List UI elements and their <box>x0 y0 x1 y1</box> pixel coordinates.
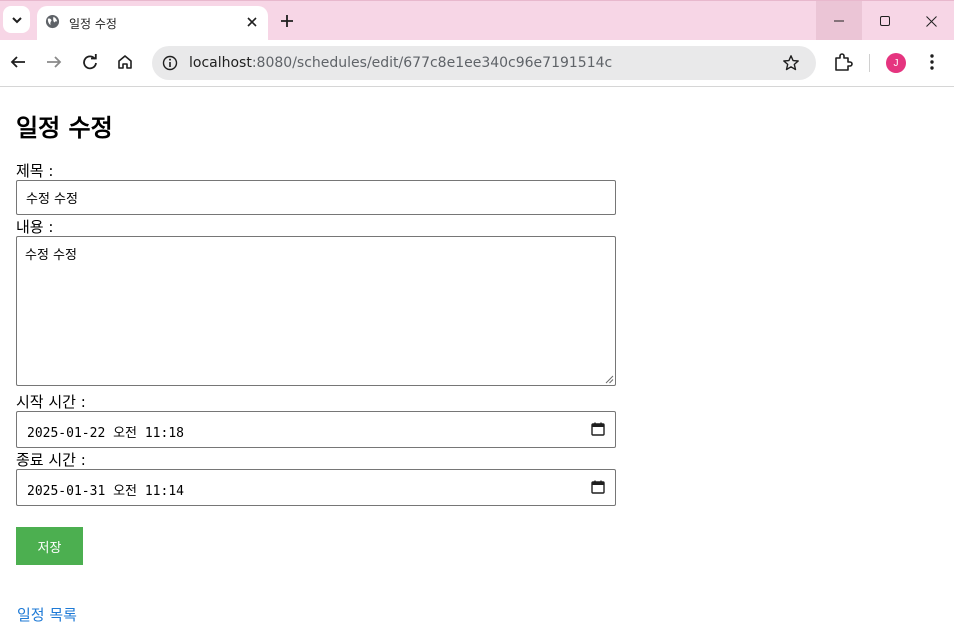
start-time-input[interactable]: 2025-01-22 오전 11:18 <box>16 411 616 448</box>
page-title: 일정 수정 <box>16 114 113 142</box>
new-tab-button[interactable] <box>277 11 297 31</box>
start-time-value: 2025-01-22 오전 11:18 <box>27 426 184 441</box>
minimize-button[interactable] <box>816 1 862 41</box>
browser-toolbar: localhost:8080/schedules/edit/677c8e1ee3… <box>0 40 954 87</box>
title-input-value: 수정 수정 <box>26 192 78 207</box>
end-time-input[interactable]: 2025-01-31 오전 11:14 <box>16 469 616 506</box>
forward-arrow-icon <box>47 56 62 68</box>
star-icon[interactable] <box>782 54 800 72</box>
back-button[interactable] <box>7 51 29 73</box>
browser-tab[interactable]: 일정 수정 <box>37 6 268 41</box>
home-button[interactable] <box>114 51 136 73</box>
url-host: localhost <box>189 55 252 71</box>
tab-search-button[interactable] <box>3 6 30 33</box>
tab-search-icon <box>11 16 22 23</box>
address-bar[interactable]: localhost:8080/schedules/edit/677c8e1ee3… <box>152 46 816 80</box>
end-time-label: 종료 시간 : <box>16 451 86 469</box>
title-input[interactable]: 수정 수정 <box>16 180 616 215</box>
profile-avatar[interactable]: J <box>886 53 906 73</box>
forward-button[interactable] <box>43 51 65 73</box>
content-textarea-value: 수정 수정 <box>25 248 77 263</box>
info-icon[interactable] <box>162 55 178 71</box>
window-close-button[interactable] <box>908 1 954 41</box>
schedule-list-link[interactable]: 일정 목록 <box>17 604 77 625</box>
window-close-icon <box>925 15 937 27</box>
url-text[interactable]: localhost:8080/schedules/edit/677c8e1ee3… <box>189 55 612 71</box>
home-icon <box>118 55 132 69</box>
close-icon <box>247 17 257 27</box>
resize-grip-icon[interactable] <box>605 375 614 384</box>
maximize-button[interactable] <box>862 1 908 41</box>
back-arrow-icon <box>10 56 25 68</box>
plus-icon <box>281 15 293 27</box>
calendar-icon[interactable] <box>591 480 605 494</box>
start-time-label: 시작 시간 : <box>16 393 86 411</box>
content-textarea[interactable]: 수정 수정 <box>16 236 616 386</box>
tab-strip: 일정 수정 <box>0 0 954 41</box>
calendar-icon[interactable] <box>591 422 605 436</box>
kebab-menu-icon <box>930 54 934 70</box>
end-time-value: 2025-01-31 오전 11:14 <box>27 484 184 499</box>
content-label: 내용 : <box>16 218 54 236</box>
page-content: 일정 수정 제목 : 수정 수정 내용 : 수정 수정 시작 시간 : 2025… <box>0 88 954 637</box>
title-label: 제목 : <box>16 162 54 180</box>
globe-icon <box>45 14 60 29</box>
reload-icon <box>83 54 97 70</box>
browser-menu-button[interactable] <box>922 51 942 73</box>
save-button[interactable]: 저장 <box>16 527 83 565</box>
maximize-icon <box>880 16 890 26</box>
url-path: :8080/schedules/edit/677c8e1ee340c96e719… <box>251 55 613 71</box>
extensions-icon[interactable] <box>832 51 854 73</box>
tab-close-button[interactable] <box>243 13 261 31</box>
toolbar-divider <box>869 54 870 72</box>
tab-title: 일정 수정 <box>69 17 117 31</box>
reload-button[interactable] <box>79 51 101 73</box>
minimize-icon <box>834 20 844 22</box>
